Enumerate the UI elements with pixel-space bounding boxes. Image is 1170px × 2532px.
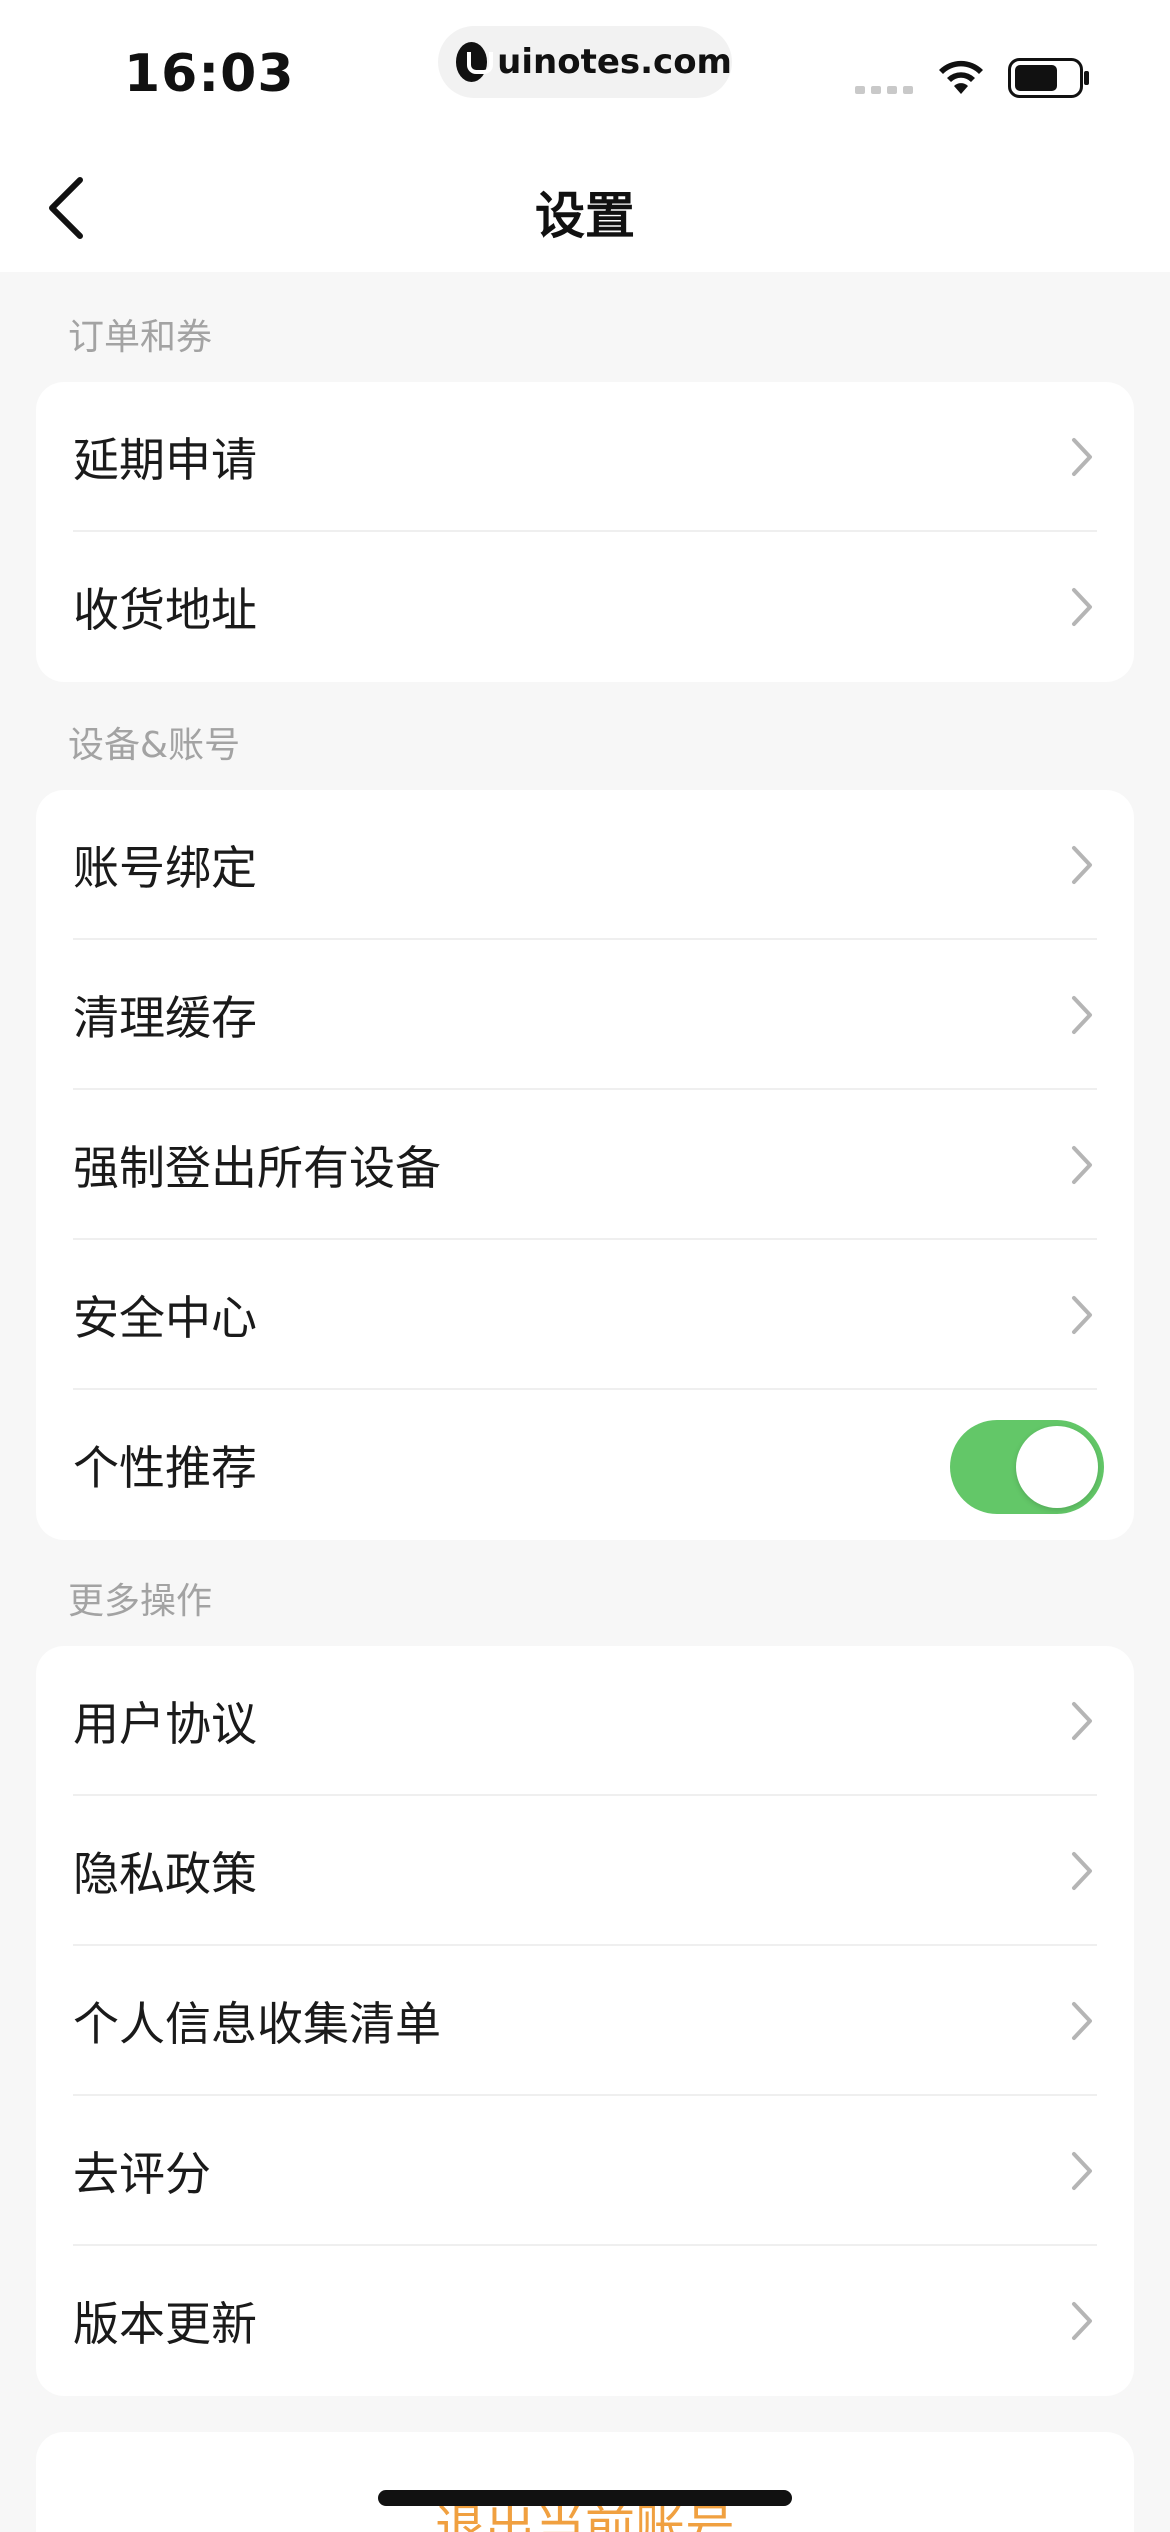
- row-user-agreement[interactable]: 用户协议: [36, 1646, 1134, 1796]
- chevron-right-icon: [1072, 2152, 1092, 2190]
- row-label: 隐私政策: [73, 1847, 257, 1901]
- row-label: 延期申请: [73, 433, 257, 487]
- chevron-right-icon: [1072, 1146, 1092, 1184]
- chevron-right-icon: [1072, 438, 1092, 476]
- card-orders: 延期申请 收货地址: [36, 382, 1134, 682]
- row-label: 用户协议: [73, 1697, 257, 1751]
- row-label: 收货地址: [73, 583, 257, 637]
- chevron-right-icon: [1072, 996, 1092, 1034]
- row-rate-app[interactable]: 去评分: [36, 2096, 1134, 2246]
- logout-button[interactable]: 退出当前账号: [36, 2432, 1134, 2532]
- row-privacy-policy[interactable]: 隐私政策: [36, 1796, 1134, 1946]
- row-personalized-recommendation: 个性推荐: [36, 1390, 1134, 1540]
- personalized-recommendation-toggle[interactable]: [950, 1420, 1104, 1514]
- row-personal-info-list[interactable]: 个人信息收集清单: [36, 1946, 1134, 2096]
- chevron-right-icon: [1072, 2002, 1092, 2040]
- row-label: 安全中心: [73, 1291, 257, 1345]
- row-force-logout-devices[interactable]: 强制登出所有设备: [36, 1090, 1134, 1240]
- settings-page: 16:03 uinotes.com 设置 订单和券 延期申请 收货地址 设备&账…: [0, 0, 1170, 2532]
- row-security-center[interactable]: 安全中心: [36, 1240, 1134, 1390]
- row-label: 版本更新: [73, 2297, 257, 2351]
- battery-icon: [1008, 58, 1089, 98]
- url-text: uinotes.com: [497, 42, 732, 82]
- section-label-device-account: 设备&账号: [68, 725, 241, 766]
- row-label: 清理缓存: [73, 991, 257, 1045]
- row-label: 账号绑定: [73, 841, 257, 895]
- chevron-right-icon: [1072, 2302, 1092, 2340]
- cellular-signal-icon: [855, 86, 913, 94]
- chevron-right-icon: [1072, 1702, 1092, 1740]
- chevron-right-icon: [1072, 1296, 1092, 1334]
- row-account-binding[interactable]: 账号绑定: [36, 790, 1134, 940]
- row-shipping-address[interactable]: 收货地址: [36, 532, 1134, 682]
- status-time: 16:03: [124, 44, 295, 104]
- row-clear-cache[interactable]: 清理缓存: [36, 940, 1134, 1090]
- row-version-update[interactable]: 版本更新: [36, 2246, 1134, 2396]
- toggle-knob: [1016, 1426, 1098, 1508]
- row-label: 个人信息收集清单: [73, 1997, 441, 2051]
- wifi-icon: [939, 60, 983, 94]
- card-more-actions: 用户协议 隐私政策 个人信息收集清单 去评分 版本更新: [36, 1646, 1134, 2396]
- section-label-orders: 订单和券: [68, 317, 213, 358]
- url-pill[interactable]: uinotes.com: [438, 26, 732, 98]
- site-logo-icon: [456, 42, 494, 82]
- page-title: 设置: [535, 187, 635, 245]
- section-label-more-actions: 更多操作: [68, 1581, 213, 1622]
- chevron-right-icon: [1072, 588, 1092, 626]
- chevron-right-icon: [1072, 846, 1092, 884]
- home-indicator: [378, 2490, 792, 2506]
- card-device-account: 账号绑定 清理缓存 强制登出所有设备 安全中心 个性推荐: [36, 790, 1134, 1540]
- row-label: 强制登出所有设备: [73, 1141, 441, 1195]
- row-label: 个性推荐: [73, 1441, 257, 1495]
- header: 16:03 uinotes.com 设置: [0, 0, 1170, 272]
- chevron-right-icon: [1072, 1852, 1092, 1890]
- row-extension-request[interactable]: 延期申请: [36, 382, 1134, 532]
- row-label: 去评分: [73, 2147, 211, 2201]
